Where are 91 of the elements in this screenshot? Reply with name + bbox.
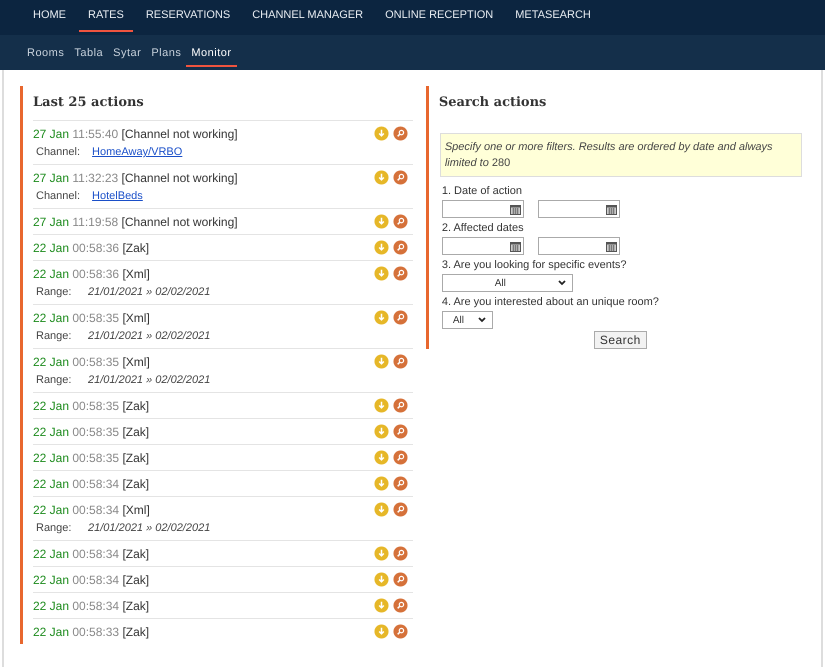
subnav-tab[interactable]: Sytar: [108, 41, 146, 67]
detail-label: Channel:: [36, 146, 80, 158]
calendar-icon[interactable]: [606, 204, 617, 214]
download-icon[interactable]: [374, 450, 389, 465]
search-icon[interactable]: [392, 546, 408, 561]
search-icon[interactable]: [392, 266, 408, 281]
download-icon[interactable]: [374, 572, 389, 587]
action-entry: 27 Jan 11:55:40 [Channel not working]: [33, 126, 238, 142]
download-icon[interactable]: [374, 266, 389, 281]
panel-title: Search actions: [438, 94, 548, 112]
subnav-tab[interactable]: Tabla: [69, 41, 108, 67]
download-icon[interactable]: [374, 398, 389, 413]
subnav-tab[interactable]: Plans: [146, 41, 186, 67]
date-field[interactable]: [442, 200, 524, 218]
calendar-icon[interactable]: [510, 240, 521, 252]
search-icon[interactable]: [392, 398, 408, 413]
search-icon[interactable]: [392, 126, 408, 141]
detail-label: Range:: [36, 330, 72, 342]
filter-label: 1. Date of action: [442, 185, 523, 197]
nav-tab[interactable]: METASEARCH: [506, 0, 600, 32]
download-icon[interactable]: [374, 546, 389, 561]
search-icon[interactable]: [392, 214, 408, 229]
chevron-down-icon: [558, 280, 566, 286]
filter-label: 4. Are you interested about an unique room?: [442, 296, 660, 308]
download-icon[interactable]: [374, 126, 389, 141]
action-entry: 22 Jan 00:58:36 [Xml]: [33, 266, 151, 282]
date-range: 21/01/2021 » 02/02/2021: [88, 286, 210, 298]
download-icon[interactable]: [374, 170, 389, 185]
date-range: 21/01/2021 » 02/02/2021: [88, 330, 210, 342]
search-icon[interactable]: [392, 450, 408, 465]
action-entry: 22 Jan 00:58:34 [Zak]: [33, 572, 150, 588]
select-dropdown[interactable]: All: [442, 274, 573, 292]
chevron-down-icon: [478, 317, 486, 323]
filter-label: 3. Are you looking for specific events?: [442, 259, 628, 271]
action-entry: 22 Jan 00:58:34 [Zak]: [33, 546, 150, 562]
subnav-tab[interactable]: Rooms: [22, 41, 70, 67]
download-icon[interactable]: [374, 240, 389, 255]
date-field[interactable]: [538, 200, 620, 218]
search-icon[interactable]: [392, 598, 408, 613]
action-entry: 22 Jan 00:58:35 [Zak]: [33, 398, 150, 414]
download-icon[interactable]: [374, 310, 389, 325]
search-icon[interactable]: [392, 170, 408, 185]
panel-title: Last 25 actions: [33, 94, 145, 112]
search-icon[interactable]: [392, 502, 408, 517]
action-entry: 22 Jan 00:58:34 [Xml]: [33, 502, 151, 518]
date-field[interactable]: [538, 237, 620, 255]
detail-label: Channel:: [36, 190, 80, 202]
channel-link[interactable]: HomeAway/VRBO: [92, 146, 182, 158]
action-entry: 22 Jan 00:58:35 [Xml]: [33, 310, 151, 326]
nav-tab[interactable]: CHANNEL MANAGER: [243, 0, 372, 32]
nav-tab[interactable]: ONLINE RECEPTION: [376, 0, 502, 32]
download-icon[interactable]: [374, 424, 389, 439]
search-icon[interactable]: [392, 424, 408, 439]
download-icon[interactable]: [374, 598, 389, 613]
download-icon[interactable]: [374, 502, 389, 517]
action-entry: 22 Jan 00:58:35 [Zak]: [33, 424, 150, 440]
detail-label: Range:: [36, 374, 72, 386]
search-icon[interactable]: [392, 354, 408, 369]
download-icon[interactable]: [374, 214, 389, 229]
calendar-icon[interactable]: [606, 240, 617, 252]
nav-tab[interactable]: RESERVATIONS: [136, 0, 240, 32]
info-notice: Specify one or more filters. Results are ordered by date and always limited to 280: [440, 133, 802, 177]
channel-link[interactable]: HotelBeds: [92, 190, 143, 202]
action-entry: 22 Jan 00:58:34 [Zak]: [33, 598, 150, 614]
action-entry: 22 Jan 00:58:36 [Zak]: [33, 240, 150, 256]
download-icon[interactable]: [374, 476, 389, 491]
date-field[interactable]: [442, 237, 524, 255]
nav-tab[interactable]: RATES: [79, 0, 133, 32]
action-entry: 22 Jan 00:58:35 [Zak]: [33, 450, 150, 466]
calendar-icon[interactable]: [510, 204, 521, 214]
search-icon[interactable]: [392, 624, 408, 639]
date-range: 21/01/2021 » 02/02/2021: [88, 374, 210, 386]
download-icon[interactable]: [374, 624, 389, 639]
action-entry: 27 Jan 11:19:58 [Channel not working]: [33, 214, 238, 230]
search-icon[interactable]: [392, 240, 408, 255]
download-icon[interactable]: [374, 354, 389, 369]
action-entry: 22 Jan 00:58:33 [Zak]: [33, 624, 150, 640]
nav-tab[interactable]: HOME: [24, 0, 75, 32]
search-icon[interactable]: [392, 310, 408, 325]
action-entry: 22 Jan 00:58:35 [Xml]: [33, 354, 151, 370]
action-entry: 22 Jan 00:58:34 [Zak]: [33, 476, 150, 492]
filter-label: 2. Affected dates: [442, 222, 525, 234]
search-button[interactable]: Search: [594, 331, 647, 349]
detail-label: Range:: [36, 522, 72, 534]
action-entry: 27 Jan 11:32:23 [Channel not working]: [33, 170, 238, 186]
subnav-tab[interactable]: Monitor: [186, 41, 237, 67]
search-icon[interactable]: [392, 572, 408, 587]
search-icon[interactable]: [392, 476, 408, 491]
detail-label: Range:: [36, 286, 72, 298]
select-dropdown[interactable]: All: [442, 311, 493, 329]
date-range: 21/01/2021 » 02/02/2021: [88, 522, 210, 534]
